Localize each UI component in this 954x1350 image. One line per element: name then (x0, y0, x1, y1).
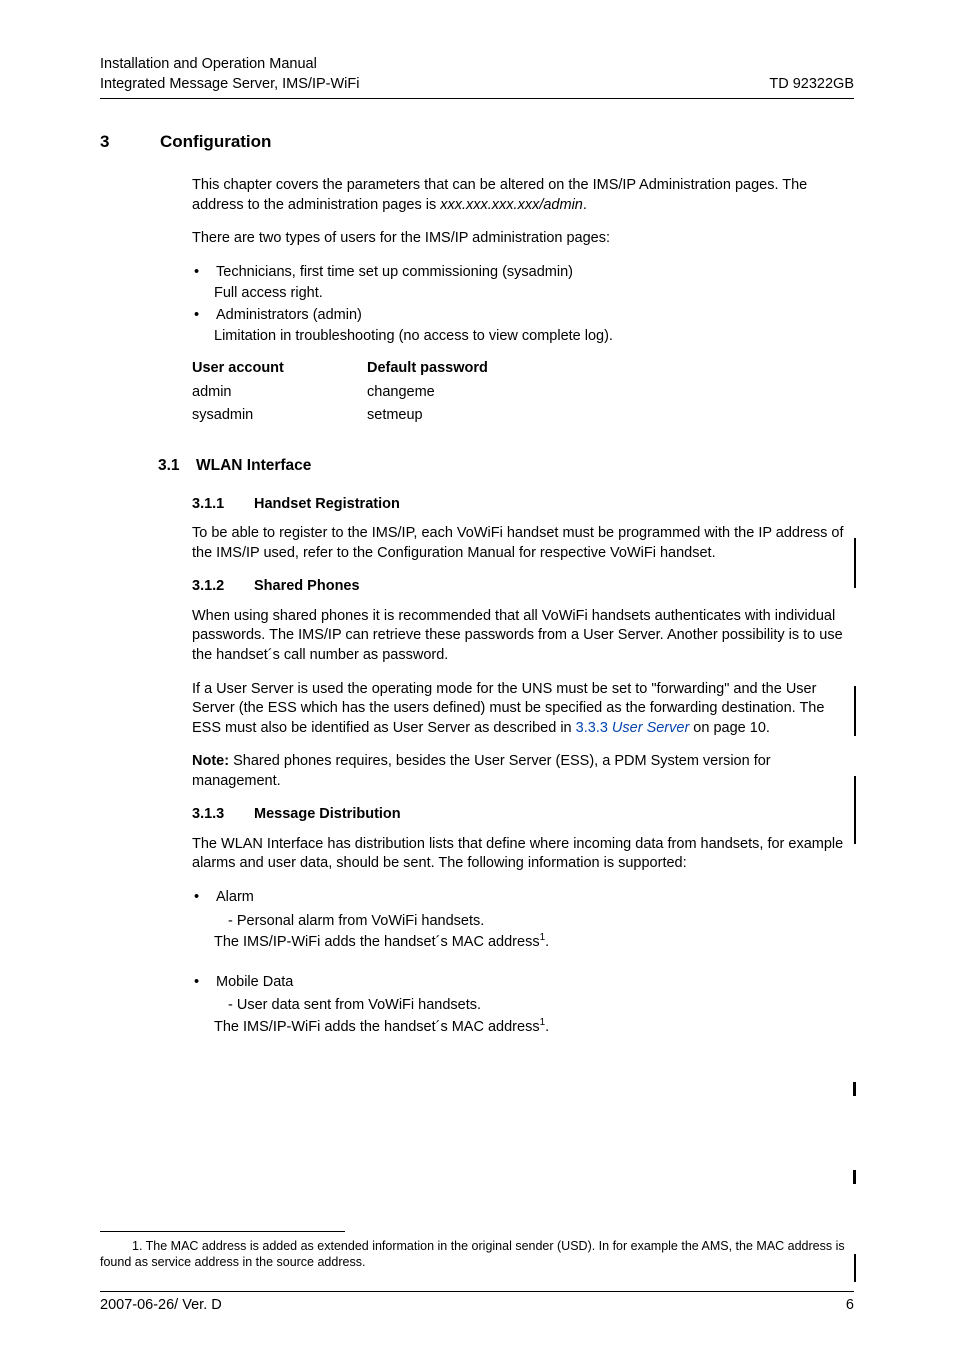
footer-date-version: 2007-06-26/ Ver. D (100, 1296, 222, 1316)
chapter-number: 3 (100, 131, 160, 154)
bullet-subtext: Full access right. (214, 284, 854, 304)
sub-bullet: - Personal alarm from VoWiFi handsets. (228, 912, 854, 932)
subsection-title: Message Distribution (254, 805, 401, 825)
bullet-icon: • (192, 306, 216, 326)
section-number: 3.1 (158, 456, 196, 477)
change-bar-icon (854, 776, 856, 844)
s312-p2: If a User Server is used the operating m… (192, 680, 854, 739)
change-bar-icon (854, 686, 856, 736)
section-title: WLAN Interface (196, 456, 311, 477)
table-cell: setmeup (367, 406, 854, 426)
bullet-item: • Alarm (192, 888, 854, 908)
sub-text: The IMS/IP-WiFi adds the handset´s MAC a… (214, 1016, 854, 1037)
bullet-item: • Mobile Data (192, 973, 854, 993)
change-bar-icon (854, 538, 856, 588)
subsection-number: 3.1.1 (192, 495, 254, 515)
cross-ref-link[interactable]: 3.3.3 User Server (576, 720, 690, 736)
footnote: 1. The MAC address is added as extended … (100, 1238, 854, 1271)
chapter-title: Configuration (160, 131, 271, 154)
account-table: User account Default password admin chan… (192, 359, 854, 426)
header-line2-right: TD 92322GB (769, 75, 854, 95)
footnote-rule (100, 1231, 345, 1232)
bullet-subtext: Limitation in troubleshooting (no access… (214, 327, 854, 347)
table-cell: sysadmin (192, 406, 367, 426)
header-line1: Installation and Operation Manual (100, 55, 854, 75)
bullet-item: • Administrators (admin) (192, 306, 854, 326)
table-cell: changeme (367, 383, 854, 403)
footer-rule (100, 1291, 854, 1292)
subsection-title: Handset Registration (254, 495, 400, 515)
change-bar-icon (854, 1254, 856, 1282)
s312-p1: When using shared phones it is recommend… (192, 607, 854, 666)
sub-bullet: - User data sent from VoWiFi handsets. (228, 996, 854, 1016)
bullet-icon: • (192, 263, 216, 283)
s312-note: Note: Shared phones requires, besides th… (192, 752, 854, 791)
table-header: User account (192, 359, 367, 379)
page-number: 6 (846, 1296, 854, 1316)
subsection-number: 3.1.3 (192, 805, 254, 825)
change-bar-icon (853, 1082, 856, 1096)
subsection-title: Shared Phones (254, 577, 360, 597)
bullet-icon: • (192, 888, 216, 908)
bullet-item: • Technicians, first time set up commiss… (192, 263, 854, 283)
bullet-icon: • (192, 973, 216, 993)
header-rule (100, 98, 854, 99)
change-bar-icon (853, 1170, 856, 1184)
subsection-number: 3.1.2 (192, 577, 254, 597)
s311-p: To be able to register to the IMS/IP, ea… (192, 524, 854, 563)
table-cell: admin (192, 383, 367, 403)
header-line2-left: Integrated Message Server, IMS/IP-WiFi (100, 75, 359, 95)
s313-p: The WLAN Interface has distribution list… (192, 835, 854, 874)
intro-p1: This chapter covers the parameters that … (192, 176, 854, 215)
intro-p2: There are two types of users for the IMS… (192, 229, 854, 249)
sub-text: The IMS/IP-WiFi adds the handset´s MAC a… (214, 931, 854, 952)
table-header: Default password (367, 359, 854, 379)
